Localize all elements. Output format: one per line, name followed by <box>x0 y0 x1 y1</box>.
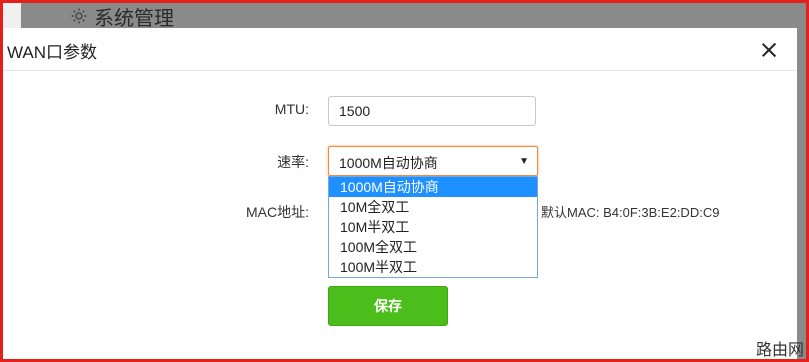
speed-option[interactable]: 1000M自动协商 <box>329 177 537 197</box>
section-title-text: 系统管理 <box>94 7 174 30</box>
section-title: 系统管理 <box>70 4 174 30</box>
mtu-input[interactable] <box>328 96 536 126</box>
speed-option[interactable]: 10M全双工 <box>329 197 537 217</box>
dialog-title: WAN口参数 <box>7 43 98 62</box>
speed-option[interactable]: 100M半双工 <box>329 257 537 277</box>
speed-option[interactable]: 100M全双工 <box>329 237 537 257</box>
mtu-label: MTU: <box>274 101 309 117</box>
wan-params-dialog: WAN口参数 MTU: 速率: 1000M自动协商 ▼ 1000M自动协商 10… <box>3 28 797 359</box>
speed-select-value: 1000M自动协商 <box>339 155 438 171</box>
mac-default-text: 默认MAC: B4:0F:3B:E2:DD:C9 <box>541 205 720 220</box>
gear-icon <box>71 8 87 24</box>
save-button[interactable]: 保存 <box>328 286 448 326</box>
speed-option[interactable]: 10M半双工 <box>329 217 537 237</box>
speed-dropdown-list: 1000M自动协商 10M全双工 10M半双工 100M全双工 100M半双工 <box>328 176 538 278</box>
background-right-strip <box>796 28 806 359</box>
background-header: 系统管理 <box>0 0 809 30</box>
close-icon[interactable] <box>761 42 777 58</box>
chevron-down-icon: ▼ <box>519 156 529 167</box>
speed-select[interactable]: 1000M自动协商 ▼ <box>328 146 538 176</box>
background-sidebar-edge <box>3 3 21 28</box>
speed-label: 速率: <box>277 154 309 170</box>
watermark: 路由网 <box>755 342 804 359</box>
mac-label: MAC地址: <box>246 204 309 220</box>
dialog-header: WAN口参数 <box>3 28 797 71</box>
